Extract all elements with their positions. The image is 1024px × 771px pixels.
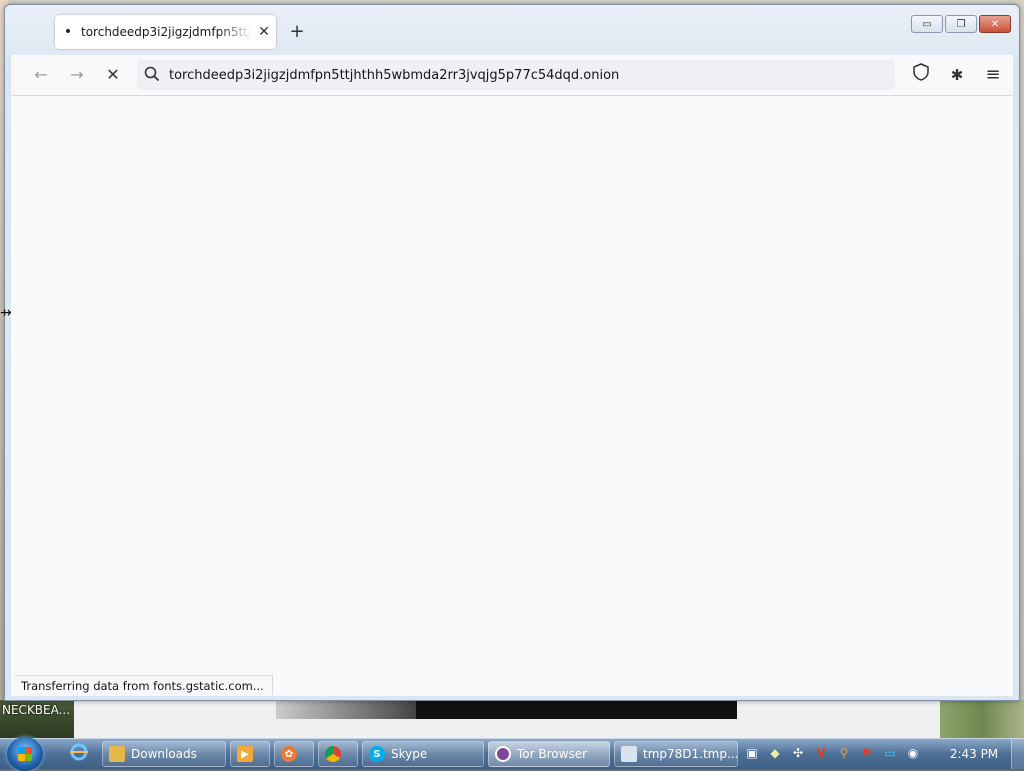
new-tab-button[interactable]: + — [285, 21, 309, 45]
title-bar: • torchdeedp3i2jigzjdmfpn5ttjhthh5wbmda2… — [5, 5, 1019, 55]
minimize-button[interactable]: ▭ — [911, 15, 943, 33]
window-icon — [621, 746, 637, 762]
url-bar[interactable]: torchdeedp3i2jigzjdmfpn5ttjhthh5wbmda2rr… — [137, 60, 895, 90]
tab-active[interactable]: • torchdeedp3i2jigzjdmfpn5ttjhthh5wbmda2… — [55, 15, 276, 49]
taskbar-item-media-player[interactable]: ▶ — [230, 741, 270, 767]
taskbar-item-app[interactable]: ✿ — [274, 741, 314, 767]
tray-device-icon[interactable]: ▣ — [742, 743, 762, 763]
tab-close-icon[interactable]: ✕ — [252, 24, 276, 40]
search-icon — [137, 66, 167, 85]
taskbar-item-tor-browser[interactable]: Tor Browser — [488, 741, 610, 767]
taskbar-item-label: Skype — [391, 747, 428, 761]
status-text: Transferring data from fonts.gstatic.com… — [15, 675, 273, 695]
taskbar-item-chrome[interactable] — [318, 741, 358, 767]
clock[interactable]: 2:43 PM — [944, 739, 1004, 769]
navigation-toolbar: ← → ✕ torchdeedp3i2jigzjdmfpn5ttjhthh5wb… — [11, 55, 1013, 95]
page-content — [11, 95, 1013, 696]
tray-puzzle-icon[interactable]: ✣ — [788, 743, 808, 763]
loading-dot-icon: • — [63, 24, 73, 40]
shield-icon[interactable] — [909, 63, 933, 87]
resize-cursor-icon: ⇸ — [0, 305, 12, 321]
system-tray: ▣ ◆ ✣ V ⚲ ⚑ ▭ ◉ — [742, 743, 938, 765]
browser-window: • torchdeedp3i2jigzjdmfpn5ttjhthh5wbmda2… — [4, 4, 1020, 701]
chrome-icon — [325, 746, 341, 762]
start-button[interactable] — [7, 737, 43, 771]
skype-icon: S — [369, 746, 385, 762]
taskbar-item-label: Tor Browser — [517, 747, 588, 761]
window-controls: ▭ ❐ ✕ — [911, 15, 1011, 33]
folder-icon — [109, 746, 125, 762]
internet-explorer-icon[interactable] — [68, 743, 90, 765]
taskbar-item-label: Downloads — [131, 747, 197, 761]
media-player-icon: ▶ — [237, 746, 253, 762]
tor-circuit-icon[interactable]: ✱ — [945, 63, 969, 87]
show-desktop-button[interactable] — [1011, 739, 1024, 769]
taskbar-item-downloads[interactable]: Downloads — [102, 741, 226, 767]
stop-button[interactable]: ✕ — [101, 63, 125, 87]
desktop-icon-label[interactable]: NECKBEA... — [2, 703, 70, 717]
taskbar: Downloads ▶ ✿ S Skype Tor Browser tmp78D… — [0, 737, 1024, 771]
close-button[interactable]: ✕ — [979, 15, 1011, 33]
menu-icon[interactable]: ≡ — [981, 63, 1005, 87]
tor-icon — [495, 746, 511, 762]
url-text[interactable]: torchdeedp3i2jigzjdmfpn5ttjhthh5wbmda2rr… — [167, 68, 619, 83]
desktop-wallpaper-right — [940, 700, 1024, 738]
back-button[interactable]: ← — [29, 63, 53, 87]
tray-volume-icon[interactable]: ◉ — [903, 743, 923, 763]
desktop-image-behind — [276, 700, 737, 719]
tray-note-icon[interactable]: ◆ — [765, 743, 785, 763]
tray-monitor-icon[interactable]: ▭ — [880, 743, 900, 763]
app-icon: ✿ — [281, 746, 297, 762]
tab-title: torchdeedp3i2jigzjdmfpn5ttjhthh5wbmda2rr… — [81, 25, 252, 39]
forward-button[interactable]: → — [65, 63, 89, 87]
tray-v-icon[interactable]: V — [811, 743, 831, 763]
tray-search-icon[interactable]: ⚲ — [834, 743, 854, 763]
taskbar-item-tmp[interactable]: tmp78D1.tmp.... — [614, 741, 738, 767]
taskbar-item-label: tmp78D1.tmp.... — [643, 747, 738, 761]
taskbar-item-skype[interactable]: S Skype — [362, 741, 484, 767]
maximize-button[interactable]: ❐ — [945, 15, 977, 33]
tray-flag-icon[interactable]: ⚑ — [857, 743, 877, 763]
